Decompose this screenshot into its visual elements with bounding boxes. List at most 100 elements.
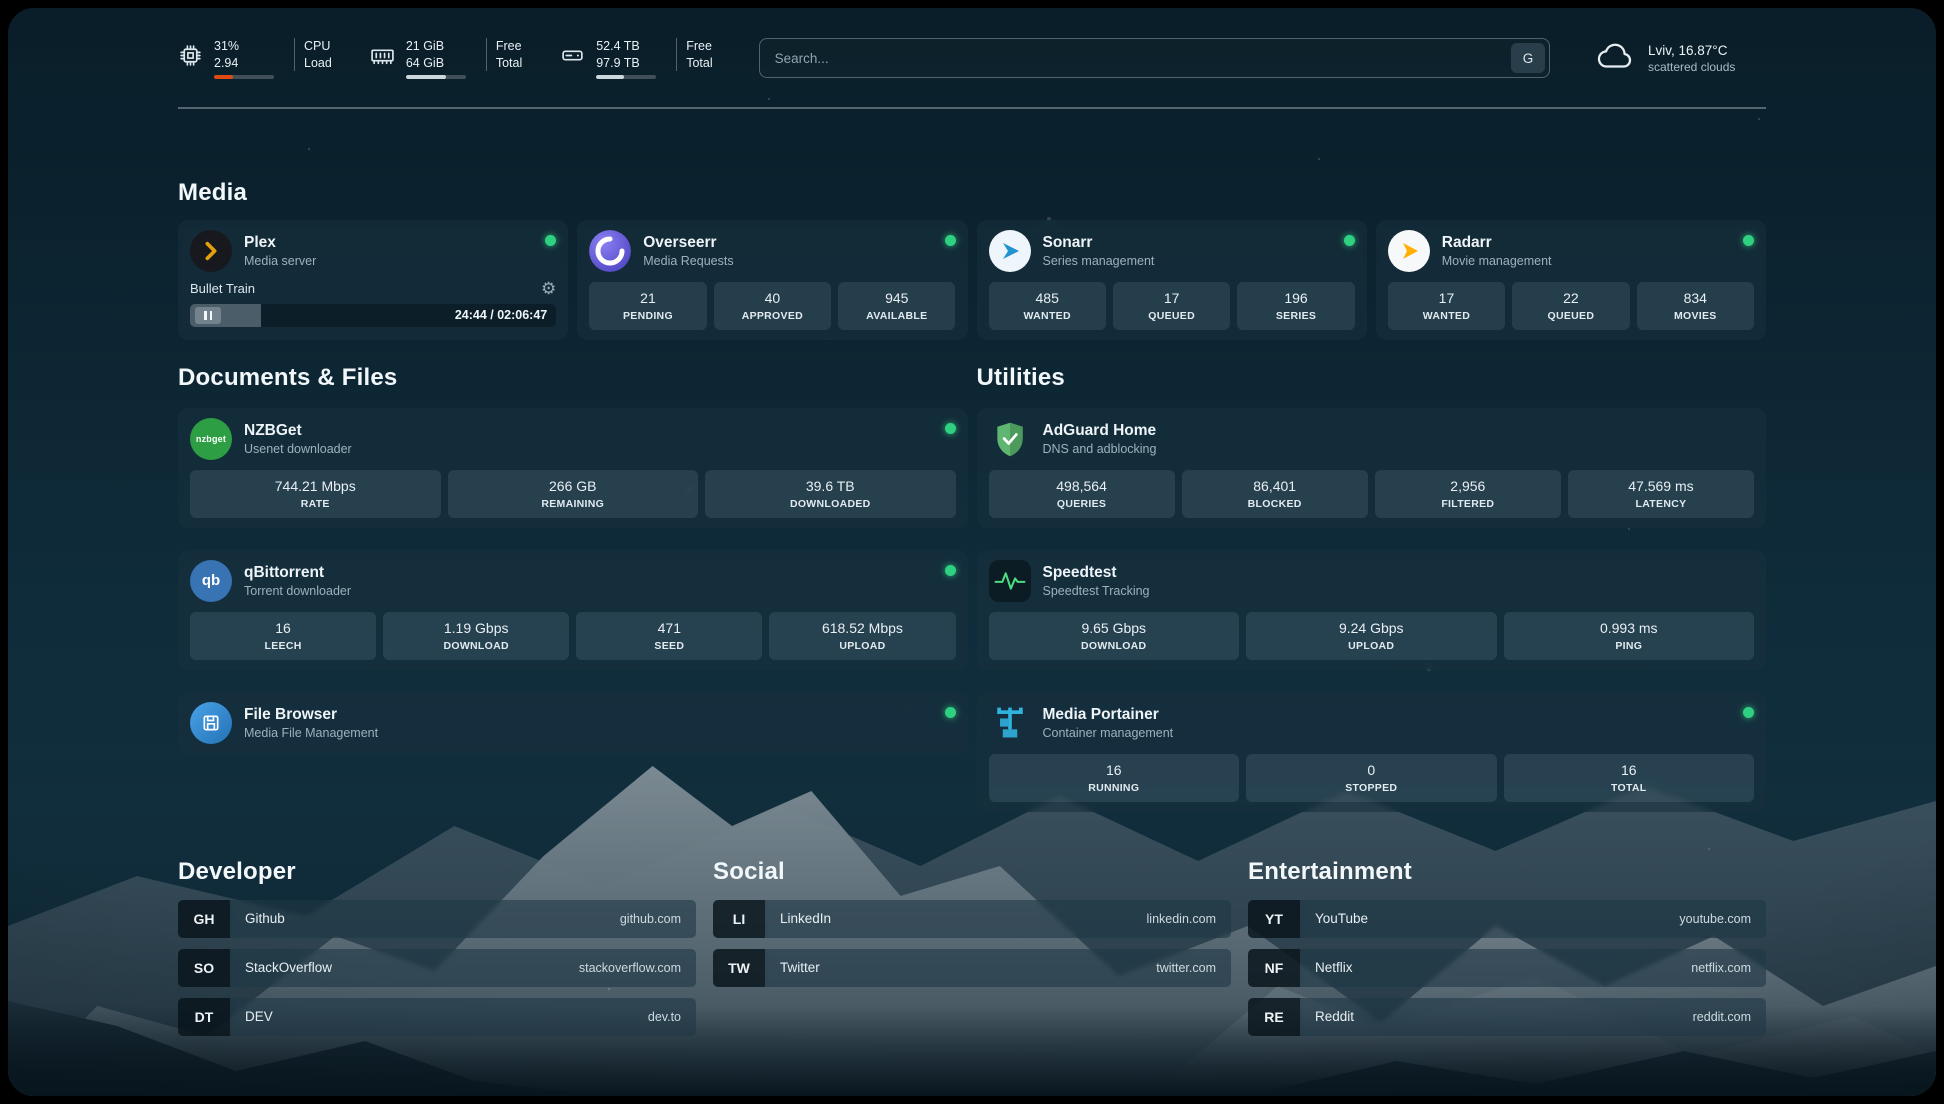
plex-progress-bar[interactable]: 24:44 / 02:06:47	[190, 304, 556, 327]
search-provider-button[interactable]: G	[1511, 43, 1545, 73]
stat-value: 16	[194, 620, 372, 636]
bookmark-abbr: NF	[1248, 949, 1300, 987]
adguard-stats: 498,564QUERIES 86,401BLOCKED 2,956FILTER…	[989, 470, 1755, 518]
memory-total: 64 GiB	[406, 55, 466, 72]
stat-label: STOPPED	[1250, 782, 1493, 794]
qbittorrent-name: qBittorrent	[244, 564, 351, 582]
nzbget-stats: 744.21 MbpsRATE 266 GBREMAINING 39.6 TBD…	[190, 470, 956, 518]
bookmark-name: Netflix	[1315, 960, 1353, 975]
stat-value: 618.52 Mbps	[773, 620, 951, 636]
cpu-widget: 31% 2.94 CPU Load	[178, 38, 332, 79]
stat-value: 17	[1117, 290, 1226, 306]
disk-widget: 52.4 TB 97.9 TB Free Total	[560, 38, 712, 79]
disk-icon	[560, 43, 585, 73]
nzbget-icon: nzbget	[190, 418, 232, 460]
disk-labels: Free Total	[676, 38, 712, 71]
service-card-sonarr[interactable]: Sonarr Series management 485WANTED 17QUE…	[977, 220, 1367, 340]
stat-label: FILTERED	[1379, 498, 1557, 510]
bookmark-github[interactable]: GH Github github.com	[178, 900, 696, 938]
search-bar: G	[759, 38, 1550, 78]
stat: 47.569 msLATENCY	[1568, 470, 1754, 518]
service-card-plex[interactable]: Plex Media server Bullet Train ⚙ 24:44 /…	[178, 220, 568, 340]
sonarr-icon	[989, 230, 1031, 272]
pause-icon[interactable]	[195, 307, 221, 324]
bookmark-twitter[interactable]: TW Twitter twitter.com	[713, 949, 1231, 987]
bookmark-netflix[interactable]: NF Netflix netflix.com	[1248, 949, 1766, 987]
nzbget-head: nzbget NZBGet Usenet downloader	[190, 418, 956, 460]
plex-time: 24:44 / 02:06:47	[455, 308, 547, 322]
memory-values: 21 GiB 64 GiB	[406, 38, 466, 79]
stat-value: 17	[1392, 290, 1501, 306]
portainer-icon	[989, 702, 1031, 744]
stat: 2,956FILTERED	[1375, 470, 1561, 518]
adguard-icon	[989, 418, 1031, 460]
bookmark-body: StackOverflow stackoverflow.com	[230, 949, 696, 987]
stat: 485WANTED	[989, 282, 1106, 330]
disk-label-top: Free	[686, 38, 712, 55]
window-frame: 31% 2.94 CPU Load	[0, 0, 1944, 1104]
bookmark-dev[interactable]: DT DEV dev.to	[178, 998, 696, 1036]
service-card-nzbget[interactable]: nzbget NZBGet Usenet downloader 744.21 M…	[178, 408, 968, 528]
disk-values: 52.4 TB 97.9 TB	[596, 38, 656, 79]
cloud-icon	[1596, 41, 1636, 76]
service-card-radarr[interactable]: Radarr Movie management 17WANTED 22QUEUE…	[1376, 220, 1766, 340]
overseerr-status-dot	[945, 235, 956, 246]
cpu-label-top: CPU	[304, 38, 332, 55]
stat: 1.19 GbpsDOWNLOAD	[383, 612, 569, 660]
bookmark-name: YouTube	[1315, 911, 1368, 926]
service-card-qbittorrent[interactable]: qb qBittorrent Torrent downloader 16LEEC…	[178, 550, 968, 670]
nzbget-name: NZBGet	[244, 422, 352, 440]
plex-now-playing-row: Bullet Train ⚙	[190, 280, 556, 297]
stat-value: 40	[718, 290, 827, 306]
nzbget-status-dot	[945, 423, 956, 434]
bookmark-url: reddit.com	[1693, 1010, 1751, 1024]
adguard-name: AdGuard Home	[1043, 422, 1157, 440]
qbittorrent-icon: qb	[190, 560, 232, 602]
weather-widget: Lviv, 16.87°C scattered clouds	[1596, 41, 1766, 76]
stat-value: 86,401	[1186, 478, 1364, 494]
service-card-filebrowser[interactable]: File Browser Media File Management	[178, 692, 968, 754]
service-card-speedtest[interactable]: Speedtest Speedtest Tracking 9.65 GbpsDO…	[977, 550, 1767, 670]
bookmark-name: LinkedIn	[780, 911, 831, 926]
stat-value: 16	[993, 762, 1236, 778]
bookmark-url: twitter.com	[1156, 961, 1216, 975]
plex-status-dot	[545, 235, 556, 246]
stat-label: LATENCY	[1572, 498, 1750, 510]
stat: 40APPROVED	[714, 282, 831, 330]
bookmark-abbr: GH	[178, 900, 230, 938]
filebrowser-subtitle: Media File Management	[244, 726, 378, 740]
cpu-label-bottom: Load	[304, 55, 332, 72]
stat: 39.6 TBDOWNLOADED	[705, 470, 956, 518]
stat: 744.21 MbpsRATE	[190, 470, 441, 518]
bookmark-url: linkedin.com	[1147, 912, 1216, 926]
bookmark-name: StackOverflow	[245, 960, 332, 975]
bookmark-url: youtube.com	[1679, 912, 1751, 926]
bookmark-linkedin[interactable]: LI LinkedIn linkedin.com	[713, 900, 1231, 938]
bookmark-name: Reddit	[1315, 1009, 1354, 1024]
stat-value: 22	[1516, 290, 1625, 306]
stat: 196SERIES	[1237, 282, 1354, 330]
disk-bar	[596, 75, 656, 79]
section-media: Media Plex Media server	[178, 179, 1766, 340]
media-cards: Plex Media server Bullet Train ⚙ 24:44 /…	[178, 220, 1766, 340]
qbittorrent-subtitle: Torrent downloader	[244, 584, 351, 598]
bookmark-stackoverflow[interactable]: SO StackOverflow stackoverflow.com	[178, 949, 696, 987]
radarr-stats: 17WANTED 22QUEUED 834MOVIES	[1388, 282, 1754, 330]
bookmark-reddit[interactable]: RE Reddit reddit.com	[1248, 998, 1766, 1036]
speedtest-stats: 9.65 GbpsDOWNLOAD 9.24 GbpsUPLOAD 0.993 …	[989, 612, 1755, 660]
portainer-status-dot	[1743, 707, 1754, 718]
speedtest-head: Speedtest Speedtest Tracking	[989, 560, 1755, 602]
section-title-media: Media	[178, 179, 1766, 207]
bookmark-group-entertainment: Entertainment YT YouTube youtube.com NF …	[1248, 858, 1766, 1036]
service-card-overseerr[interactable]: Overseerr Media Requests 21PENDING 40APP…	[577, 220, 967, 340]
stat: 945AVAILABLE	[838, 282, 955, 330]
sonarr-head: Sonarr Series management	[989, 230, 1355, 272]
cpu-load: 2.94	[214, 55, 274, 72]
search-input[interactable]	[759, 38, 1550, 78]
service-card-portainer[interactable]: Media Portainer Container management 16R…	[977, 692, 1767, 812]
cpu-icon	[178, 43, 203, 73]
service-card-adguard[interactable]: AdGuard Home DNS and adblocking 498,564Q…	[977, 408, 1767, 528]
gear-icon[interactable]: ⚙	[541, 280, 556, 297]
bookmark-youtube[interactable]: YT YouTube youtube.com	[1248, 900, 1766, 938]
section-utilities: Utilities AdGuard Home	[977, 364, 1767, 812]
